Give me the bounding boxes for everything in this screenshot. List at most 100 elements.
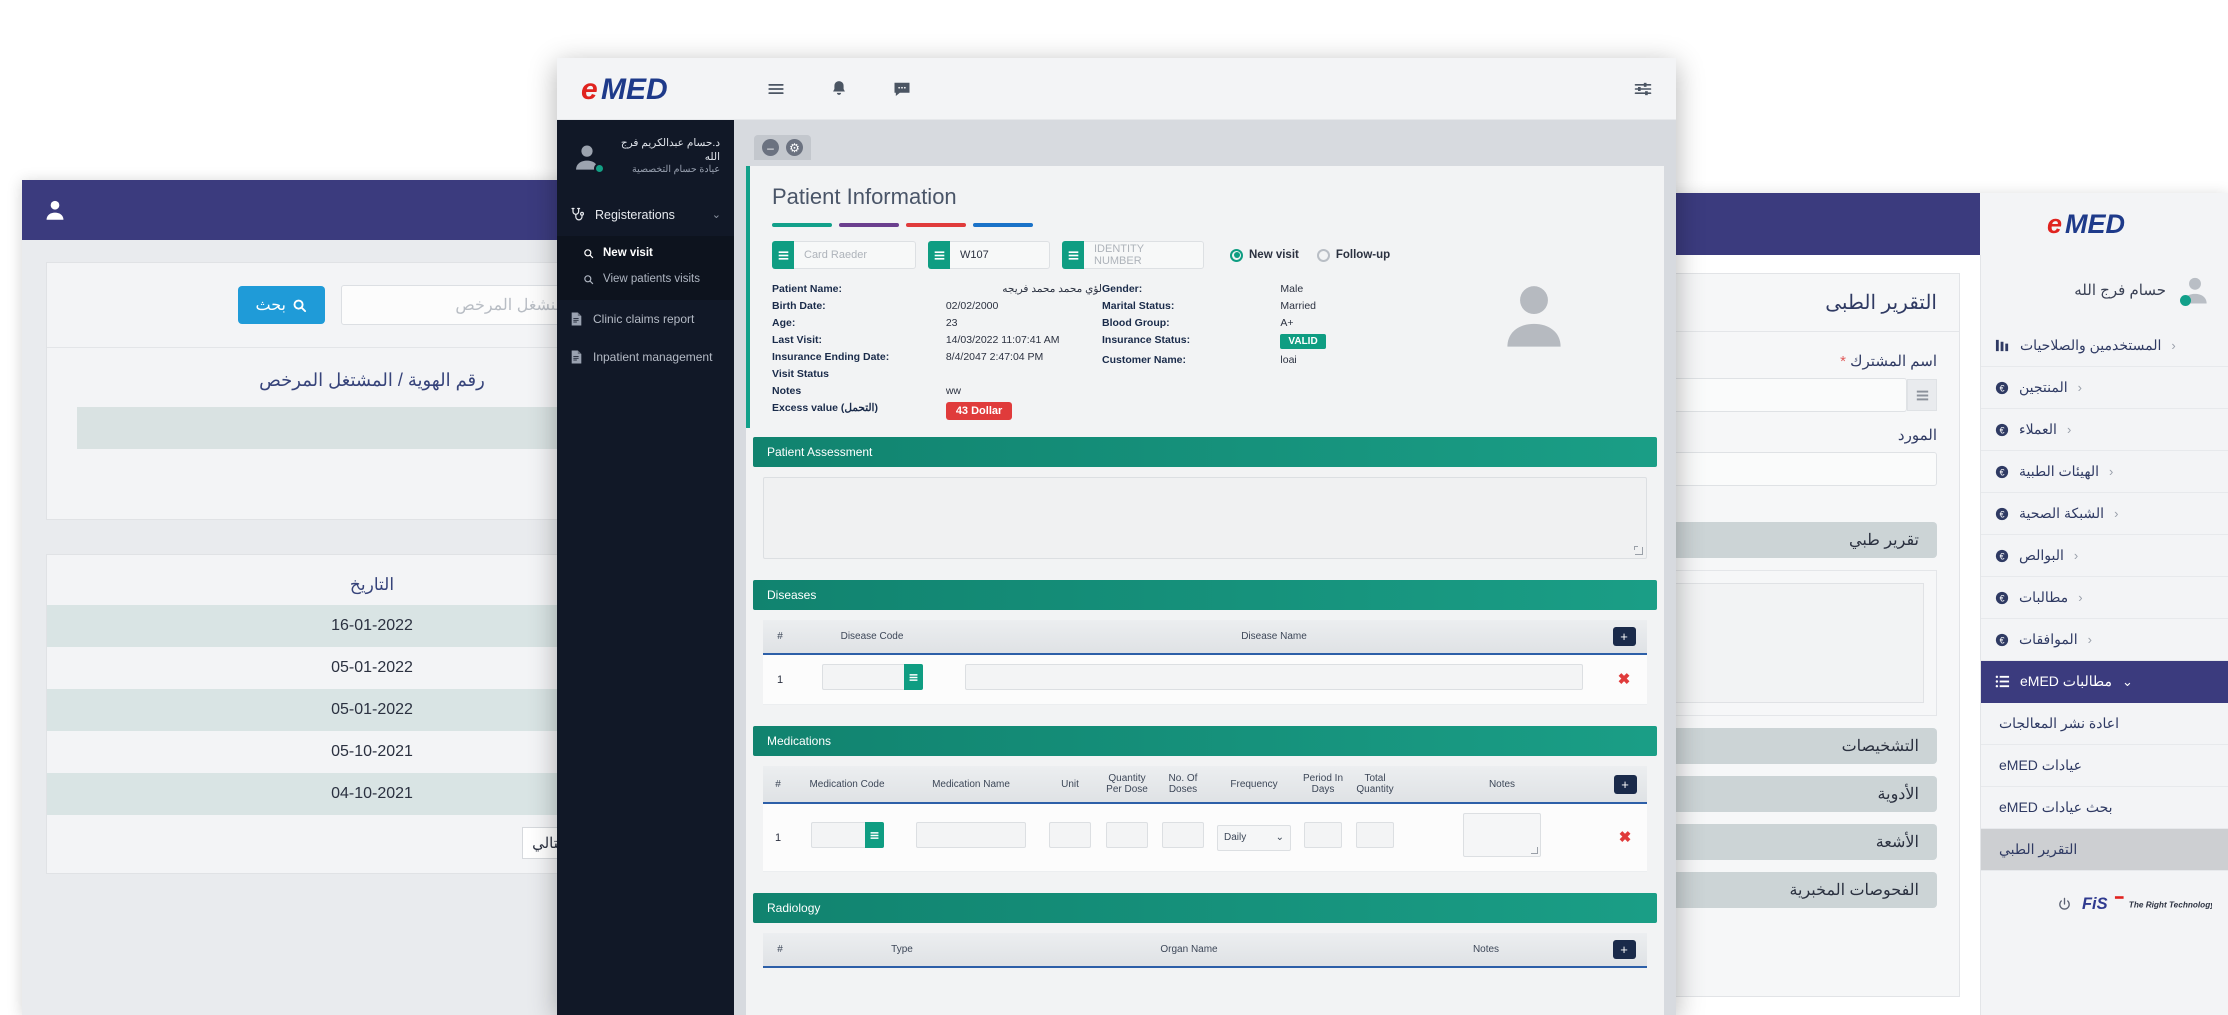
add-disease-button[interactable]: +	[1613, 627, 1636, 646]
sidebar-item-clients[interactable]: € العملاء ‹	[1981, 409, 2228, 451]
sidebar-item-label: مطالبات	[2019, 589, 2068, 606]
cell-quantity-per-dose	[1099, 803, 1155, 872]
disease-name-input[interactable]	[965, 664, 1583, 690]
euro-icon: €	[1995, 549, 2009, 563]
sidebar-item-new-visit[interactable]: New visit	[557, 240, 734, 266]
medication-code-input-group[interactable]	[811, 822, 884, 848]
medication-name-input[interactable]	[916, 822, 1026, 848]
chat-icon[interactable]	[891, 79, 913, 99]
table-header-row: # Type Organ Name Notes +	[763, 933, 1647, 967]
section-header-medications: Medications	[753, 726, 1657, 756]
section-header-diseases: Diseases	[753, 580, 1657, 610]
col-disease-code: Disease Code	[797, 620, 947, 654]
sidebar-item-users-permissions[interactable]: المستخدمين والصلاحيات ‹	[1981, 325, 2228, 367]
sidebar-item-health-network[interactable]: € الشبكة الصحية ‹	[1981, 493, 2228, 535]
center-sidebar: د.حسام عبدالكريم فرج الله عيادة حسام الت…	[557, 120, 734, 1015]
disease-code-input[interactable]	[822, 664, 904, 690]
field-key: Patient Name:	[772, 283, 932, 295]
radio-follow-up[interactable]: Follow-up	[1317, 249, 1390, 262]
chevron-left-icon: ‹	[2067, 422, 2071, 437]
patient-assessment-textarea[interactable]	[763, 477, 1647, 559]
table-header-row: # Disease Code Disease Name +	[763, 620, 1647, 654]
field-value: ww	[946, 385, 1102, 397]
bell-icon[interactable]	[829, 79, 849, 99]
add-medication-button[interactable]: +	[1614, 775, 1637, 794]
power-icon[interactable]	[2057, 897, 2072, 912]
col-actions: +	[1601, 620, 1647, 654]
patient-details-left: Patient Name: لؤي محمد محمد فريجه Birth …	[772, 283, 1102, 420]
field-value: 14/03/2022 11:07:41 AM	[946, 334, 1102, 346]
sidebar-subitem-republish-treatments[interactable]: اعادة نشر المعالجات	[1981, 703, 2228, 745]
sidebar-item-label: الموافقات	[2019, 631, 2078, 648]
card-reader-input[interactable]: Card Raeder	[794, 241, 916, 269]
total-quantity-input[interactable]	[1356, 822, 1394, 848]
sidebar-subitem-emed-clinics[interactable]: عيادات eMED	[1981, 745, 2228, 787]
chevron-left-icon: ‹	[2171, 338, 2175, 353]
sidebar-item-label: New visit	[603, 247, 653, 259]
visit-type-radio-group: New visit Follow-up	[1230, 249, 1390, 262]
settings-icon[interactable]	[1632, 79, 1654, 99]
sidebar-item-inpatient-management[interactable]: Inpatient management	[557, 338, 734, 376]
sidebar-item-clinic-claims-report[interactable]: Clinic claims report	[557, 300, 734, 338]
field-key: Customer Name:	[1102, 354, 1266, 366]
medication-notes-textarea[interactable]	[1463, 813, 1541, 857]
sidebar-item-approvals[interactable]: € الموافقات ‹	[1981, 619, 2228, 661]
sidebar-item-producers[interactable]: € المنتجين ‹	[1981, 367, 2228, 409]
col-actions: +	[1601, 933, 1647, 967]
sidebar-item-label: الهيئات الطبية	[2019, 463, 2099, 480]
settings-button[interactable]: ⚙	[786, 139, 803, 156]
screenshot-stage: رقم الهوية / المنشغل المرخص بحث رقم الهو…	[0, 0, 2228, 1015]
card-reader-picker-icon[interactable]	[772, 241, 794, 269]
col-quantity-per-dose: Quantity Per Dose	[1099, 766, 1155, 803]
sidebar-item-label: المنتجين	[2019, 379, 2068, 396]
delete-row-button[interactable]: ✖	[1619, 829, 1632, 846]
identity-number-picker-icon[interactable]	[1062, 241, 1084, 269]
sidebar-subitem-medical-report[interactable]: التقرير الطبي	[1981, 829, 2228, 871]
svg-text:€: €	[2000, 593, 2005, 603]
disease-code-input-group[interactable]	[822, 664, 923, 690]
euro-icon: €	[1995, 633, 2009, 647]
frequency-value: Daily	[1224, 832, 1246, 843]
add-radiology-button[interactable]: +	[1613, 940, 1636, 959]
visit-code-input[interactable]: W107	[950, 241, 1050, 269]
frequency-select[interactable]: Daily ⌄	[1217, 825, 1291, 851]
cell-notes	[1401, 803, 1603, 872]
medication-code-input[interactable]	[811, 822, 865, 848]
search-button[interactable]: بحث	[238, 286, 326, 324]
field-value: 02/02/2000	[946, 300, 1102, 312]
sidebar-item-view-patients-visits[interactable]: View patients visits	[557, 266, 734, 292]
delete-row-button[interactable]: ✖	[1618, 671, 1631, 688]
sidebar-group-registerations[interactable]: Registerations ⌄	[557, 193, 734, 236]
col-medication-name: Medication Name	[901, 766, 1041, 803]
visit-code-group: W107	[928, 241, 1050, 269]
sidebar-item-medical-bodies[interactable]: € الهيئات الطبية ‹	[1981, 451, 2228, 493]
medication-code-picker-icon[interactable]	[865, 822, 884, 848]
cell-disease-code	[797, 654, 947, 705]
identity-number-input[interactable]: IDENTITY NUMBER	[1084, 241, 1204, 269]
hamburger-icon[interactable]	[765, 80, 787, 98]
sidebar-item-emed-claims[interactable]: مطالبات eMED ⌄	[1981, 661, 2228, 703]
cell-delete: ✖	[1603, 803, 1647, 872]
radio-new-visit[interactable]: New visit	[1230, 249, 1299, 262]
svg-text:e: e	[581, 73, 598, 106]
svg-text:The Right Technology: The Right Technology	[2129, 900, 2212, 909]
sidebar-item-claims[interactable]: € مطالبات ‹	[1981, 577, 2228, 619]
center-topbar-icons	[765, 79, 913, 99]
euro-icon: €	[1995, 591, 2009, 605]
minimize-button[interactable]: –	[762, 139, 779, 156]
disease-code-picker-icon[interactable]	[904, 664, 923, 690]
svg-text:€: €	[2000, 467, 2005, 477]
center-logo: e MED	[579, 71, 721, 107]
quantity-per-dose-input[interactable]	[1106, 822, 1148, 848]
no-of-doses-input[interactable]	[1162, 822, 1204, 848]
period-in-days-input[interactable]	[1304, 822, 1342, 848]
sidebar-item-policies[interactable]: € البوالص ‹	[1981, 535, 2228, 577]
identity-number-group: IDENTITY NUMBER	[1062, 241, 1204, 269]
list-picker-icon[interactable]	[1907, 379, 1937, 411]
col-index: #	[763, 620, 797, 654]
sidebar-subitem-search-emed-clinics[interactable]: بحث عيادات eMED	[1981, 787, 2228, 829]
visit-code-picker-icon[interactable]	[928, 241, 950, 269]
status-badge: VALID	[1280, 334, 1402, 349]
unit-input[interactable]	[1049, 822, 1091, 848]
svg-text:MED: MED	[2065, 209, 2125, 239]
